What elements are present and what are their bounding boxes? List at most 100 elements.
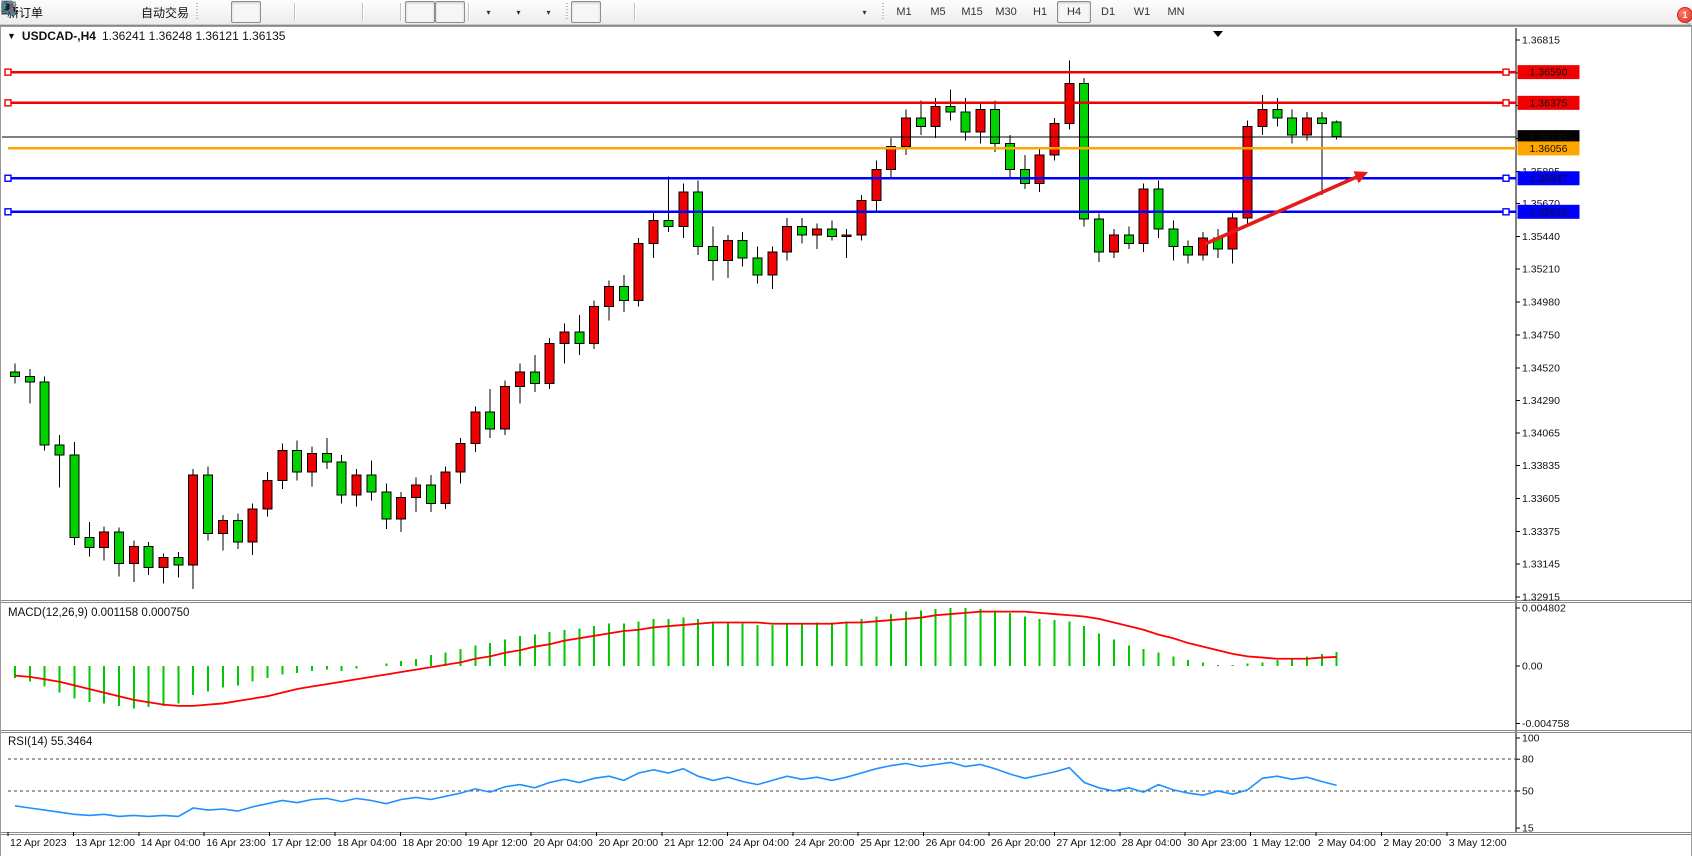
vertical-line-tool-button[interactable] <box>639 1 669 23</box>
news-button[interactable] <box>47 1 77 23</box>
line-handle[interactable] <box>5 69 11 75</box>
trendline-tool-button[interactable] <box>699 1 729 23</box>
timeframe-H1[interactable]: H1 <box>1023 1 1057 23</box>
timeframe-D1[interactable]: D1 <box>1091 1 1125 23</box>
tile-windows-button[interactable] <box>367 1 397 23</box>
signals-button[interactable] <box>107 1 137 23</box>
candle-body <box>1332 122 1341 136</box>
candle-body <box>605 286 614 306</box>
time-tick-label: 26 Apr 04:00 <box>926 837 986 849</box>
horizontal-line-tool-button[interactable] <box>669 1 699 23</box>
price-level-badge-label: 1.36590 <box>1530 67 1568 79</box>
toolbar-drag-handle <box>565 3 569 21</box>
timeframe-MN[interactable]: MN <box>1159 1 1193 23</box>
line-handle[interactable] <box>5 175 11 181</box>
candle-body <box>991 109 1000 143</box>
candle-body <box>337 462 346 495</box>
line-handle[interactable] <box>1503 209 1509 215</box>
auto-scroll-button[interactable] <box>405 1 435 23</box>
line-handle[interactable] <box>5 209 11 215</box>
candle-body <box>278 451 287 481</box>
chevron-down-icon: ▾ <box>517 8 521 17</box>
time-tick-label: 21 Apr 12:00 <box>664 837 724 849</box>
price-tick-label: 1.35440 <box>1522 231 1560 243</box>
templates-button[interactable]: ▾ <box>533 1 563 23</box>
timeframe-H4[interactable]: H4 <box>1057 1 1091 23</box>
chevron-down-icon: ▾ <box>863 8 867 17</box>
chevron-down-icon: ▾ <box>487 8 491 17</box>
zoom-out-button[interactable] <box>329 1 359 23</box>
cursor-button[interactable] <box>571 1 601 23</box>
autotrading-button[interactable]: 自动交易 <box>137 1 193 23</box>
time-tick-label: 26 Apr 20:00 <box>991 837 1051 849</box>
arrows-tool-button[interactable]: ▾ <box>849 1 879 23</box>
price-level-badge-label: 1.35847 <box>1530 173 1568 185</box>
rsi-value: 55.3464 <box>51 736 93 748</box>
fibonacci-tool-button[interactable]: F <box>759 1 789 23</box>
timeframe-M30[interactable]: M30 <box>989 1 1023 23</box>
zoom-in-button[interactable] <box>299 1 329 23</box>
candlestick-chart-button[interactable] <box>231 1 261 23</box>
candle-body <box>1199 238 1208 255</box>
crosshair-button[interactable] <box>601 1 631 23</box>
candle-body <box>367 475 376 492</box>
symbol-dropdown-icon[interactable]: ▼ <box>7 31 16 41</box>
candle-body <box>1109 235 1118 252</box>
candle-body <box>1317 118 1326 124</box>
candle-body <box>768 252 777 275</box>
search-icon[interactable] <box>0 0 17 17</box>
candle-body <box>753 258 762 275</box>
candle-body <box>961 112 970 132</box>
candle-body <box>619 286 628 300</box>
macd-scale-label: 0.00 <box>1522 661 1543 673</box>
candle-body <box>1243 126 1252 217</box>
candle-body <box>486 412 495 429</box>
candle-body <box>1273 109 1282 118</box>
timeframe-M15[interactable]: M15 <box>955 1 989 23</box>
candle-body <box>872 169 881 200</box>
periods-button[interactable]: ▾ <box>503 1 533 23</box>
candle-body <box>263 481 272 510</box>
candle-body <box>11 372 20 376</box>
timeframe-W1[interactable]: W1 <box>1125 1 1159 23</box>
rsi-scale-label: 100 <box>1522 733 1540 745</box>
text-tool-button[interactable]: A <box>789 1 819 23</box>
line-handle[interactable] <box>1503 100 1509 106</box>
line-chart-button[interactable] <box>261 1 291 23</box>
price-tick-label: 1.33375 <box>1522 526 1560 538</box>
toolbar-drag-handle <box>195 3 199 21</box>
price-tick-label: 1.34290 <box>1522 395 1560 407</box>
candle-body <box>723 241 732 261</box>
autotrading-label: 自动交易 <box>141 4 189 21</box>
candle-body <box>114 532 123 563</box>
time-tick-label: 1 May 12:00 <box>1253 837 1311 849</box>
time-tick-label: 14 Apr 04:00 <box>141 837 201 849</box>
chevron-down-icon: ▾ <box>547 8 551 17</box>
text-label-tool-button[interactable]: T <box>819 1 849 23</box>
timeframe-M1[interactable]: M1 <box>887 1 921 23</box>
time-tick-label: 27 Apr 12:00 <box>1056 837 1116 849</box>
chart-shift-button[interactable] <box>435 1 465 23</box>
line-handle[interactable] <box>1503 175 1509 181</box>
price-level-badge-label: 1.35612 <box>1530 206 1568 218</box>
macd-main-value: 0.001158 <box>91 607 138 619</box>
timeframe-M5[interactable]: M5 <box>921 1 955 23</box>
candle-body <box>174 558 183 565</box>
candle-body <box>25 376 34 382</box>
price-tick-label: 1.33605 <box>1522 493 1560 505</box>
candle-body <box>931 106 940 126</box>
equidistant-channel-tool-button[interactable]: E <box>729 1 759 23</box>
line-handle[interactable] <box>1503 69 1509 75</box>
indicators-button[interactable]: ▾ <box>473 1 503 23</box>
time-tick-label: 24 Apr 20:00 <box>795 837 855 849</box>
candle-body <box>590 306 599 343</box>
time-tick-label: 19 Apr 12:00 <box>468 837 528 849</box>
bar-chart-button[interactable] <box>201 1 231 23</box>
time-tick-label: 13 Apr 12:00 <box>75 837 135 849</box>
line-handle[interactable] <box>5 100 11 106</box>
candle-body <box>664 221 673 227</box>
toolbar-separator <box>634 3 636 21</box>
time-tick-label: 16 Apr 23:00 <box>206 837 266 849</box>
market-watch-button[interactable] <box>77 1 107 23</box>
chart-window: 1.368151.365851.363551.361251.358951.356… <box>0 25 1692 856</box>
